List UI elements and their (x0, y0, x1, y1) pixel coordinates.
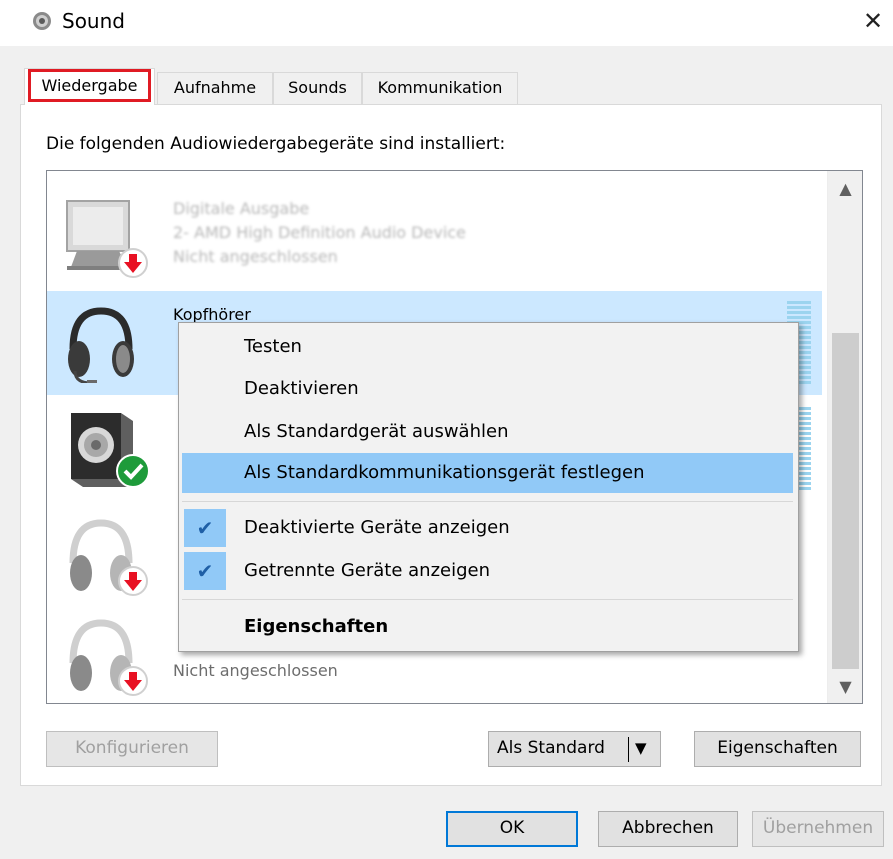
tab-aufnahme[interactable]: Aufnahme (157, 72, 273, 104)
menu-item-show-disabled-devices[interactable]: ✔ Deaktivierte Geräte anzeigen (182, 508, 793, 548)
set-default-split-button[interactable]: Als Standard ▼ (488, 731, 661, 767)
configure-button[interactable]: Konfigurieren (46, 731, 218, 767)
device-status: Nicht angeschlossen (173, 661, 338, 680)
scroll-thumb[interactable] (832, 333, 859, 669)
window-title: Sound (62, 9, 125, 33)
device-name: Digitale Ausgabe (173, 199, 310, 218)
tab-label: Aufnahme (173, 78, 257, 97)
device-row[interactable] (47, 170, 822, 183)
menu-item-label: Testen (244, 336, 302, 357)
menu-item-label: Deaktivierte Geräte anzeigen (244, 517, 510, 538)
device-status: Nicht angeschlossen (173, 247, 338, 266)
tab-label: Sounds (288, 78, 347, 97)
default-checkmark-badge-icon (116, 454, 150, 488)
menu-item-label: Getrennte Geräte anzeigen (244, 560, 491, 581)
properties-button[interactable]: Eigenschaften (694, 731, 861, 767)
menu-separator (182, 599, 793, 600)
apply-button[interactable]: Übernehmen (752, 811, 884, 847)
menu-separator (182, 501, 793, 502)
context-menu: Testen Deaktivieren Als Standardgerät au… (178, 322, 799, 652)
tab-wiedergabe[interactable]: Wiedergabe (24, 68, 155, 105)
tab-label: Wiedergabe (41, 76, 138, 95)
menu-item-set-default[interactable]: Als Standardgerät auswählen (182, 412, 793, 452)
menu-item-properties[interactable]: Eigenschaften (182, 607, 793, 647)
tab-label: Kommunikation (377, 78, 503, 97)
disconnected-badge-icon (118, 248, 148, 278)
scroll-down-button[interactable]: ▼ (828, 671, 862, 703)
tab-kommunikation[interactable]: Kommunikation (362, 72, 518, 104)
ok-button[interactable]: OK (446, 811, 578, 847)
scroll-up-button[interactable]: ▲ (828, 173, 862, 205)
menu-item-set-default-communication[interactable]: Als Standardkommunikationsgerät festlege… (182, 453, 793, 493)
set-default-label: Als Standard (497, 738, 605, 758)
split-separator (628, 737, 629, 762)
disconnected-badge-icon (118, 566, 148, 596)
headset-icon (68, 307, 134, 383)
device-row[interactable]: Digitale Ausgabe 2- AMD High Definition … (47, 185, 822, 289)
menu-item-label: Als Standardgerät auswählen (244, 421, 509, 442)
menu-item-label: Eigenschaften (244, 616, 389, 637)
menu-item-disable[interactable]: Deaktivieren (182, 369, 793, 409)
tab-sounds[interactable]: Sounds (273, 72, 362, 104)
chevron-down-icon[interactable]: ▼ (635, 732, 647, 765)
close-button[interactable]: ✕ (858, 6, 888, 36)
disconnected-badge-icon (118, 666, 148, 696)
speaker-icon (33, 12, 51, 30)
menu-item-test[interactable]: Testen (182, 327, 793, 367)
speaker-icon (61, 170, 141, 171)
menu-item-show-disconnected-devices[interactable]: ✔ Getrennte Geräte anzeigen (182, 551, 793, 591)
device-details: Digitale Ausgabe 2- AMD High Definition … (173, 197, 466, 269)
checkmark-icon: ✔ (184, 552, 226, 590)
menu-item-label: Deaktivieren (244, 378, 359, 399)
device-description: 2- AMD High Definition Audio Device (173, 223, 466, 242)
title-bar: Sound ✕ (0, 0, 893, 46)
cancel-button[interactable]: Abbrechen (598, 811, 738, 847)
instructions-text: Die folgenden Audiowiedergabegeräte sind… (46, 134, 506, 154)
vertical-scrollbar[interactable]: ▲ ▼ (827, 171, 862, 703)
checkmark-icon: ✔ (184, 509, 226, 547)
menu-item-label: Als Standardkommunikationsgerät festlege… (244, 462, 645, 483)
device-details: Nicht angeschlossen (173, 659, 338, 683)
